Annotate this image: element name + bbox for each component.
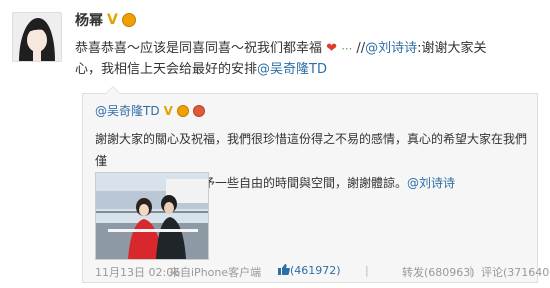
post-author-row: 杨幂 V	[75, 10, 136, 30]
post-text-line2: 心，我相信上天会给最好的安排	[75, 62, 258, 77]
avatar[interactable]	[12, 12, 62, 62]
post-text-main: 恭喜恭喜～应该是同喜同喜～祝我们都幸福	[75, 41, 323, 56]
separator: |	[469, 264, 473, 277]
medal-icon	[121, 13, 136, 27]
post-photo[interactable]	[95, 172, 209, 260]
like-button[interactable]: (461972)	[278, 264, 341, 277]
photo-image	[96, 173, 208, 259]
verified-icon: V	[163, 103, 173, 118]
badge-icon	[192, 104, 205, 117]
forwarded-text-line1: 謝謝大家的關心及祝福，我們很珍惜這份得之不易的感情，真心的希望大家在我們僅	[95, 132, 528, 168]
mention-link-2[interactable]: @吴奇隆TD	[257, 62, 327, 77]
post-footer: 11月13日 02:06 来自iPhone客户端 (461972) | 转发(6…	[95, 264, 550, 280]
avatar-photo	[13, 13, 61, 61]
like-count: (461972)	[290, 264, 341, 277]
heart-icon: ❤	[326, 41, 338, 56]
forwarded-mention[interactable]: @刘诗诗	[407, 176, 455, 190]
medal-icon	[176, 104, 189, 117]
separator: |	[365, 264, 369, 277]
forward-button[interactable]: 转发(680963)	[402, 264, 475, 280]
forwarded-post: @吴奇隆TD V 謝謝大家的關心及祝福，我們很珍惜這份得之不易的感情，真心的希望…	[82, 86, 550, 283]
mention-link[interactable]: @刘诗诗	[365, 41, 417, 56]
comment-button[interactable]: 评论(371640)	[481, 264, 550, 280]
forward-separator: //	[356, 41, 366, 56]
post-text-cont: :谢谢大家关	[417, 41, 487, 56]
post-time[interactable]: 11月13日 02:06	[95, 264, 180, 280]
post-author[interactable]: 杨幂	[75, 10, 103, 30]
verified-icon: V	[107, 12, 118, 28]
emoticon-icon: ⋯	[341, 42, 353, 55]
forwarded-author[interactable]: @吴奇隆TD	[95, 102, 160, 119]
post-text: 恭喜恭喜～应该是同喜同喜～祝我们都幸福 ❤ ⋯ //@刘诗诗:谢谢大家关 心，我…	[75, 38, 540, 80]
post-source[interactable]: 来自iPhone客户端	[169, 264, 261, 280]
forwarded-author-row: @吴奇隆TD V	[95, 102, 205, 119]
thumbs-up-icon	[278, 264, 290, 275]
